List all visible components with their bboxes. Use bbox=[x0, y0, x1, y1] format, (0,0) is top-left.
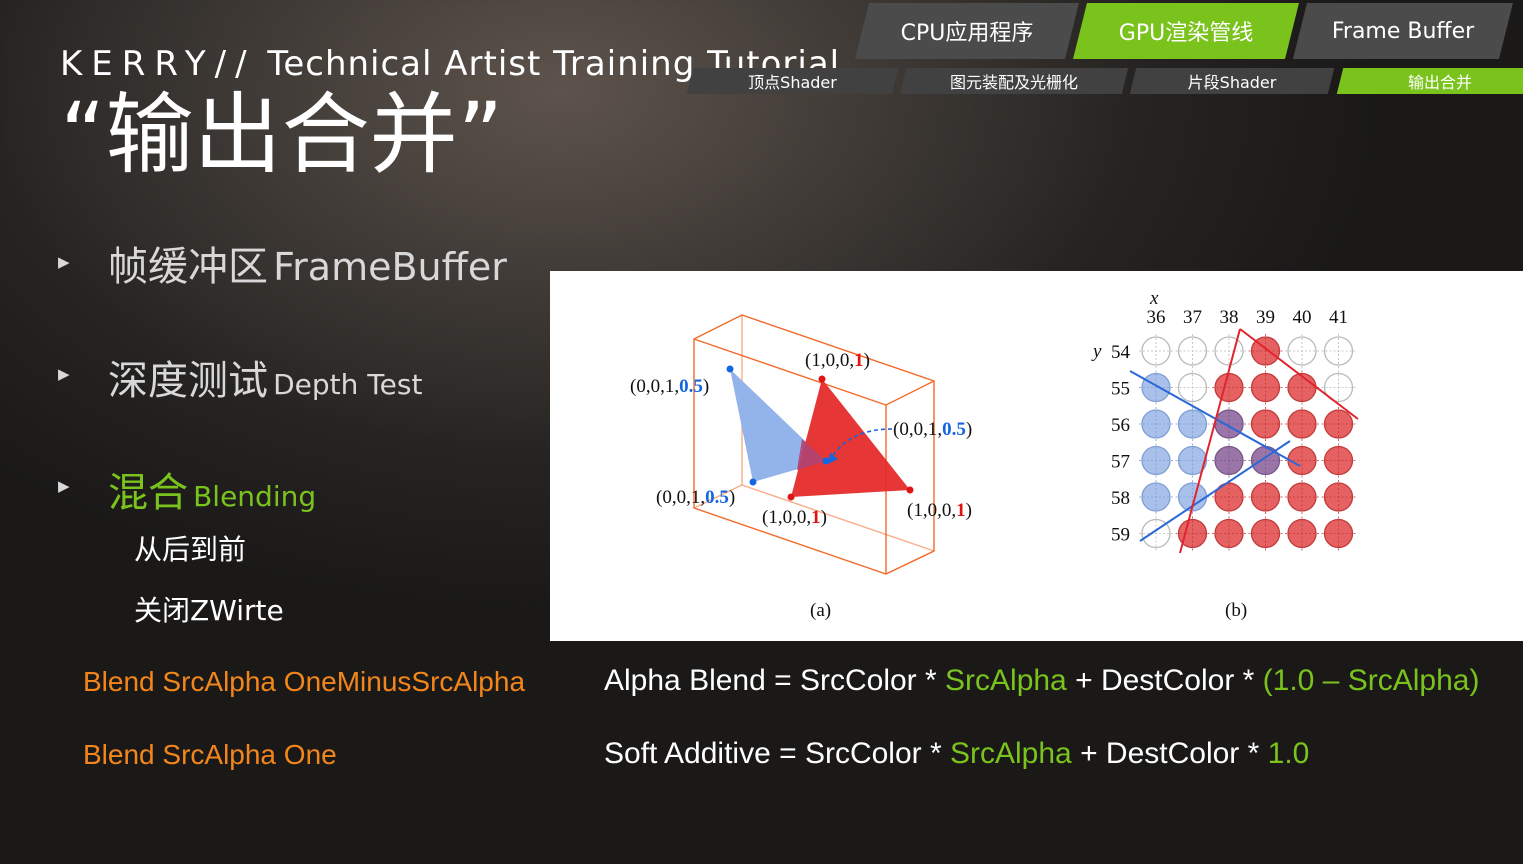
x-tick-label: 39 bbox=[1256, 307, 1275, 328]
subtab-label: 顶点Shader bbox=[748, 73, 837, 92]
y-tick-label: 59 bbox=[1111, 525, 1130, 546]
bullet-blending: 混合 Blending bbox=[108, 460, 316, 518]
bullet-en: Depth Test bbox=[273, 368, 423, 401]
tab-cpu-app[interactable]: CPU应用程序 bbox=[855, 3, 1079, 59]
bullet-icon: ▶ bbox=[58, 365, 70, 383]
bullet-icon: ▶ bbox=[58, 477, 70, 495]
subtab-fragment-shader[interactable]: 片段Shader bbox=[1129, 68, 1335, 94]
equation-src-alpha: SrcAlpha bbox=[950, 737, 1072, 770]
equation-mid: + DestColor * bbox=[1066, 664, 1263, 697]
sub-item-back-to-front: 从后到前 bbox=[134, 533, 247, 566]
bullet-en: FrameBuffer bbox=[273, 245, 507, 289]
equation-factor: (1.0 – SrcAlpha) bbox=[1262, 664, 1480, 697]
pixel-crosshair bbox=[1139, 407, 1173, 441]
pixel-crosshair bbox=[1248, 370, 1283, 405]
tab-gpu-pipeline[interactable]: GPU渲染管线 bbox=[1073, 3, 1299, 59]
pixel-crosshair bbox=[1139, 443, 1173, 478]
equation-factor: 1.0 bbox=[1267, 737, 1310, 770]
bullet-icon: ▶ bbox=[58, 253, 70, 271]
pixel-crosshair bbox=[1212, 370, 1246, 405]
y-tick-label: 54 bbox=[1111, 342, 1131, 363]
equation-mid: + DestColor * bbox=[1071, 737, 1268, 770]
tab-label: Frame Buffer bbox=[1331, 18, 1475, 44]
vertex-dot bbox=[787, 493, 795, 501]
pixel-crosshair bbox=[1248, 516, 1283, 551]
vertex-dot bbox=[726, 365, 734, 373]
caption-a: (a) bbox=[810, 600, 831, 621]
tab-frame-buffer[interactable]: Frame Buffer bbox=[1293, 3, 1513, 59]
equation-alpha-blend: Alpha Blend = SrcColor * SrcAlpha + Dest… bbox=[604, 664, 1479, 698]
pixel-crosshair bbox=[1212, 516, 1246, 551]
pixel-crosshair bbox=[1139, 480, 1173, 514]
pixel-crosshair bbox=[1212, 334, 1246, 368]
bullet-en: Blending bbox=[193, 480, 317, 513]
pixel-crosshair bbox=[1285, 480, 1319, 514]
vertex-dot bbox=[749, 478, 757, 486]
pixel-crosshair bbox=[1175, 334, 1210, 368]
pixel-crosshair bbox=[1285, 516, 1319, 551]
blend-code-additive: Blend SrcAlpha One bbox=[83, 739, 337, 770]
subtab-rasterization[interactable]: 图元装配及光栅化 bbox=[899, 68, 1129, 94]
pixel-crosshair bbox=[1248, 480, 1283, 514]
label-red-right: (1,0,0,1) bbox=[907, 500, 972, 521]
equation-soft-additive: Soft Additive = SrcColor * SrcAlpha + De… bbox=[604, 737, 1309, 771]
vertex-dot bbox=[818, 375, 826, 383]
figure-svg: (0,0,1,0.5) (0,0,1,0.5) (1,0,0,1) (1,0,0… bbox=[630, 288, 1359, 621]
pixel-crosshair bbox=[1321, 334, 1356, 368]
pixel-crosshair bbox=[1285, 407, 1319, 441]
subtab-label: 输出合并 bbox=[1407, 73, 1472, 92]
pixel-crosshair bbox=[1321, 516, 1356, 551]
pixel-crosshair bbox=[1212, 480, 1246, 514]
pixel-crosshair bbox=[1139, 370, 1173, 405]
x-tick-label: 40 bbox=[1293, 307, 1312, 328]
x-tick-label: 37 bbox=[1183, 307, 1202, 328]
y-tick-label: 58 bbox=[1111, 488, 1130, 509]
blend-code-alpha: Blend SrcAlpha OneMinusSrcAlpha bbox=[83, 666, 526, 697]
caption-b: (b) bbox=[1225, 600, 1247, 621]
bullet-depth-test: 深度测试 Depth Test bbox=[108, 348, 422, 406]
course-prefix: KERRY// bbox=[60, 44, 256, 84]
pixel-crosshair bbox=[1175, 516, 1210, 551]
equation-src-alpha: SrcAlpha bbox=[945, 664, 1067, 697]
bullet-zh: 帧缓冲区 bbox=[108, 244, 268, 290]
axis-label-y: y bbox=[1091, 341, 1102, 362]
pixel-crosshair bbox=[1321, 370, 1356, 405]
equation-lhs: Alpha Blend = SrcColor * bbox=[604, 664, 946, 697]
blending-figure: (0,0,1,0.5) (0,0,1,0.5) (1,0,0,1) (1,0,0… bbox=[550, 271, 1523, 641]
vertex-dot bbox=[906, 486, 914, 494]
x-tick-label: 38 bbox=[1220, 307, 1239, 328]
x-tick-label: 41 bbox=[1329, 307, 1348, 328]
label-blue-bottom: (0,0,1,0.5) bbox=[656, 487, 735, 508]
label-red-top: (1,0,0,1) bbox=[805, 350, 870, 371]
tab-label: GPU渲染管线 bbox=[1118, 21, 1254, 46]
axis-label-x: x bbox=[1149, 288, 1159, 309]
pixel-crosshair bbox=[1212, 443, 1246, 478]
x-tick-label: 36 bbox=[1147, 307, 1166, 328]
bullet-zh: 混合 bbox=[108, 470, 188, 516]
bullet-zh: 深度测试 bbox=[108, 358, 268, 404]
pixel-crosshair bbox=[1285, 334, 1319, 368]
y-tick-label: 55 bbox=[1111, 379, 1130, 400]
equation-lhs: Soft Additive = SrcColor * bbox=[604, 737, 950, 770]
pixel-crosshair bbox=[1321, 443, 1356, 478]
subtab-output-merge[interactable]: 输出合并 bbox=[1336, 68, 1523, 94]
label-arrow: (0,0,1,0.5) bbox=[893, 419, 972, 440]
label-blue-top: (0,0,1,0.5) bbox=[630, 376, 709, 397]
pixel-crosshair bbox=[1139, 334, 1173, 368]
label-red-left: (1,0,0,1) bbox=[762, 507, 827, 528]
tab-label: CPU应用程序 bbox=[900, 21, 1034, 46]
subtab-label: 片段Shader bbox=[1187, 73, 1277, 92]
subtab-vertex-shader[interactable]: 顶点Shader bbox=[686, 68, 899, 94]
subtab-label: 图元装配及光栅化 bbox=[949, 73, 1078, 92]
sub-item-zwrite-off: 关闭ZWirte bbox=[134, 594, 284, 627]
page-title: “输出合并” bbox=[60, 83, 504, 186]
pixel-crosshair bbox=[1248, 407, 1283, 441]
y-tick-label: 57 bbox=[1111, 452, 1130, 473]
y-tick-label: 56 bbox=[1111, 415, 1130, 436]
bullet-framebuffer: 帧缓冲区 FrameBuffer bbox=[108, 234, 507, 292]
pixel-crosshair bbox=[1321, 480, 1356, 514]
